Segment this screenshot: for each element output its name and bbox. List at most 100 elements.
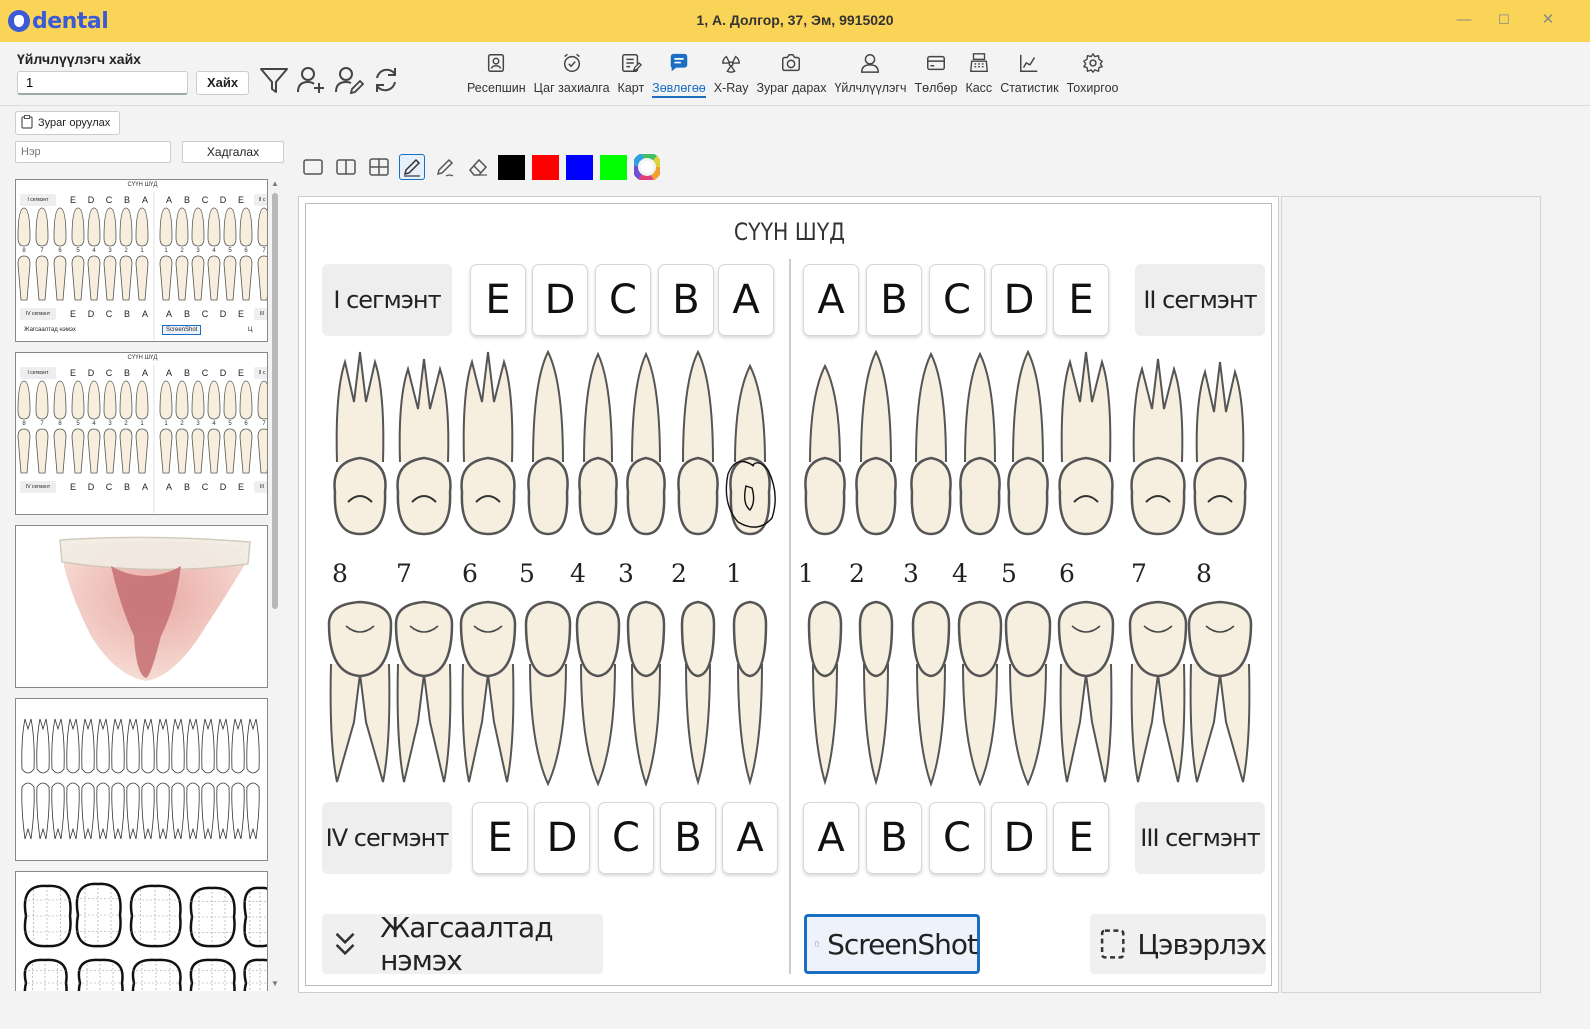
thumbnail-tooth-number: 8 (22, 421, 26, 427)
lower-left-letter: B (660, 802, 716, 874)
screenshot-label: ScreenShot (827, 927, 978, 961)
close-button[interactable]: ✕ (1528, 8, 1568, 34)
thumbnail-tooth-number: 6 (244, 248, 248, 254)
nav-reception[interactable]: Ресепшин (463, 48, 530, 104)
refresh-icon[interactable] (370, 64, 402, 96)
nav-card[interactable]: Карт (614, 48, 649, 104)
lower-right-letter: C (929, 802, 985, 874)
nav-xray[interactable]: X-Ray (710, 48, 753, 104)
lower-right-letter: D (991, 802, 1047, 874)
thumbnail-tooth-number: 6 (244, 421, 248, 427)
nav-settings[interactable]: Тохиргоо (1063, 48, 1123, 104)
lower-right-letter: A (803, 802, 859, 874)
add-user-icon[interactable] (295, 64, 327, 96)
thumbnail-teeth (17, 192, 267, 340)
customer-search-input[interactable] (17, 71, 188, 95)
cash-register-icon (969, 53, 988, 72)
nav-cashier[interactable]: Касс (961, 48, 996, 104)
thumbnail-tooth-number: 3 (196, 421, 200, 427)
thumbnail-tooth-number: 2 (180, 248, 184, 254)
nav-appointment[interactable]: Цаг захиалга (530, 48, 614, 104)
clear-label: Цэвэрлэх (1137, 927, 1267, 961)
filter-icon[interactable] (258, 64, 290, 96)
color-green-swatch[interactable] (600, 154, 627, 180)
drawing-canvas-frame: СҮҮН ШҮД I сегмэнт II сегмэнт IV сегмэнт… (298, 196, 1279, 993)
edit-user-icon[interactable] (333, 64, 365, 96)
screenshot-frame-icon (815, 941, 819, 947)
thumbnail-tooth-number: 3 (108, 421, 112, 427)
chat-icon (670, 53, 688, 72)
teeth-drawing (327, 349, 1253, 788)
screenshot-button[interactable]: ScreenShot (804, 914, 980, 974)
main-toolbar: Үйлчлүүлэгч хайх Хайх Ресепшин Цаг захиа… (0, 42, 1590, 106)
maximize-button[interactable]: ☐ (1484, 8, 1524, 34)
camera-icon (782, 54, 801, 72)
clear-frame-icon (1100, 929, 1125, 959)
thumbnail-scrollbar[interactable]: ▲ ▼ (270, 179, 280, 991)
thumbnail-tooth-number: 4 (212, 421, 216, 427)
thumbnail-tooth-number: 2 (124, 421, 128, 427)
lower-left-letter: E (472, 802, 528, 874)
right-panel (1281, 196, 1541, 993)
image-thumbnail-list: СҮҮН ШҮД I сегмэнт II с E D C B A A B C D E IV сегмэн… (15, 179, 268, 991)
search-button[interactable]: Хайх (196, 71, 249, 95)
add-to-list-button[interactable]: Жагсаалтад нэмэх (322, 911, 603, 977)
split-layout-icon[interactable] (333, 154, 359, 180)
thumbnail-tooth-number: 8 (22, 248, 26, 254)
thumbnail-tooth-number: 6 (58, 421, 62, 427)
lower-left-letter: D (534, 802, 590, 874)
pen-tool-icon[interactable] (399, 154, 425, 180)
thumbnail-button-row: Жагсаалтад нэмэх ScreenShot Ц (20, 325, 265, 339)
thumbnail-tooth-cross-section[interactable] (15, 525, 268, 688)
thumbnail-tooth-grid[interactable] (15, 871, 268, 991)
window-title: 1, А. Долгор, 37, Эм, 9915020 (696, 12, 894, 28)
segment-4-label: IV сегмэнт (322, 802, 452, 874)
grid-layout-icon[interactable] (366, 154, 392, 180)
thumbnail-tooth-number: 5 (228, 248, 232, 254)
color-picker-icon[interactable] (634, 154, 660, 180)
thumbnail-full-dentition[interactable] (15, 698, 268, 861)
tooth-grid-image (23, 882, 267, 991)
thumbnail-tooth-number: 5 (76, 248, 80, 254)
thumbnail-tooth-number: 2 (180, 421, 184, 427)
color-red-swatch[interactable] (532, 154, 559, 180)
single-layout-icon[interactable] (300, 154, 326, 180)
scroll-down-icon[interactable]: ▼ (270, 979, 280, 989)
thumbnail-add-label: Жагсаалтад нэмэх (24, 327, 76, 333)
lower-right-letter: B (866, 802, 922, 874)
minimize-button[interactable]: — (1444, 8, 1484, 34)
color-black-swatch[interactable] (498, 154, 525, 180)
title-bar: dental 1, А. Долгор, 37, Эм, 9915020 — ☐… (0, 0, 1590, 42)
user-icon (861, 54, 880, 73)
image-name-input[interactable] (15, 141, 171, 163)
nav-take-photo[interactable]: Зураг дарах (752, 48, 830, 104)
thumbnail-tooth-number: 7 (262, 248, 266, 254)
search-label: Үйлчлүүлэгч хайх (17, 51, 141, 67)
upload-image-button[interactable]: Зураг оруулах (15, 111, 120, 135)
nav-customer[interactable]: Үйлчлүүлэгч (830, 48, 910, 104)
scroll-thumb[interactable] (272, 193, 278, 609)
thumbnail-tooth-number: 3 (196, 248, 200, 254)
nav-consultation[interactable]: Зөвлөгөө (648, 48, 710, 104)
thumbnail-baby-teeth-1[interactable]: СҮҮН ШҮД I сегмэнт II с E D C B A A B C D E IV сегмэн… (15, 179, 268, 342)
nav-statistics[interactable]: Статистик (996, 48, 1062, 104)
pencil-tool-icon[interactable] (432, 154, 458, 180)
drawing-toolbar (300, 154, 660, 180)
scroll-up-icon[interactable]: ▲ (270, 179, 280, 189)
thumbnail-baby-teeth-2[interactable]: СҮҮН ШҮД I сегмэнт II с E D C B A A B C D E IV сегмэн… (15, 352, 268, 515)
thumbnail-tooth-number: 4 (212, 248, 216, 254)
payment-icon (926, 55, 945, 71)
tooth-cross-section-image (59, 536, 251, 681)
save-button[interactable]: Хадгалах (182, 141, 284, 163)
thumbnail-tooth-number: 3 (108, 248, 112, 254)
thumbnail-tooth-number: 7 (40, 248, 44, 254)
clear-button[interactable]: Цэвэрлэх (1090, 914, 1267, 974)
lower-left-letter: C (598, 802, 654, 874)
color-blue-swatch[interactable] (566, 154, 593, 180)
drawing-canvas[interactable]: СҮҮН ШҮД I сегмэнт II сегмэнт IV сегмэнт… (305, 203, 1272, 986)
thumbnail-tooth-number: 1 (140, 248, 144, 254)
nav-payment[interactable]: Төлбөр (911, 48, 962, 104)
thumbnail-teeth (17, 365, 267, 513)
thumbnail-tooth-number: 4 (92, 421, 96, 427)
eraser-tool-icon[interactable] (465, 154, 491, 180)
